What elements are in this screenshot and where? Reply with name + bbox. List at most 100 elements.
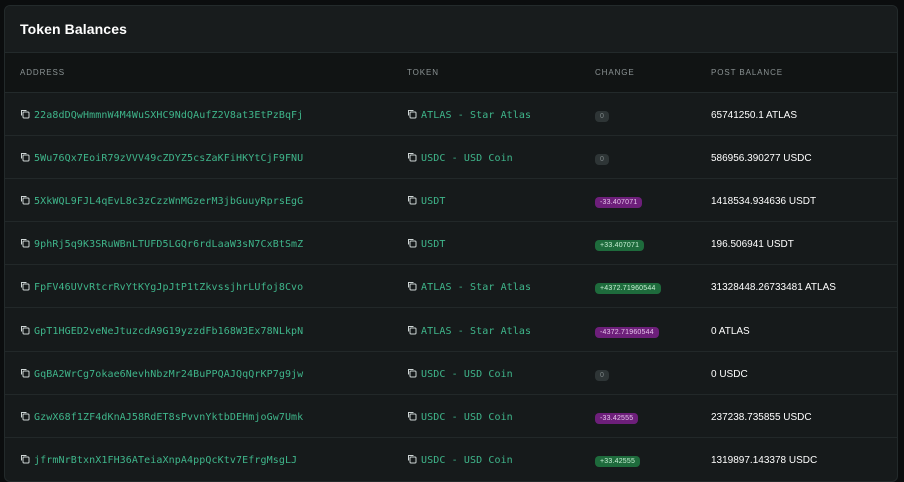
token-link[interactable]: ATLAS - Star Atlas xyxy=(421,282,531,293)
copy-icon[interactable] xyxy=(20,454,30,464)
table-row: FpFV46UVvRtcrRvYtKYgJpJtP1tZkvssjhrLUfoj… xyxy=(5,265,897,308)
copy-icon[interactable] xyxy=(20,281,30,291)
address-link[interactable]: GqBA2WrCg7okae6NevhNbzMr24BuPPQAJQqQrKP7… xyxy=(34,369,303,380)
address-cell: 5Wu76Qx7EoiR79zVVV49cZDYZ5csZaKFiHKYtCjF… xyxy=(5,135,407,178)
token-link[interactable]: USDC - USD Coin xyxy=(421,455,513,466)
copy-icon[interactable] xyxy=(407,368,417,378)
token-cell: USDT xyxy=(407,222,595,265)
token-cell: USDC - USD Coin xyxy=(407,351,595,394)
copy-icon[interactable] xyxy=(407,411,417,421)
table-row: 5XkWQL9FJL4qEvL8c3zCzzWnMGzerM3jbGuuyRpr… xyxy=(5,178,897,222)
copy-icon[interactable] xyxy=(20,152,30,162)
copy-icon[interactable] xyxy=(407,281,417,291)
address-link[interactable]: 5XkWQL9FJL4qEvL8c3zCzzWnMGzerM3jbGuuyRpr… xyxy=(34,196,303,207)
token-cell: ATLAS - Star Atlas xyxy=(407,92,595,135)
change-badge: +4372.71960544 xyxy=(595,283,661,295)
table-row: 9phRj5q9K3SRuWBnLTUFD5LGQr6rdLaaW3sN7CxB… xyxy=(5,222,897,265)
token-link[interactable]: ATLAS - Star Atlas xyxy=(421,110,531,121)
change-cell: -33.42555 xyxy=(595,394,711,437)
token-cell: USDC - USD Coin xyxy=(407,438,595,481)
post-balance-cell: 65741250.1 ATLAS xyxy=(711,92,897,135)
change-cell: +4372.71960544 xyxy=(595,265,711,308)
post-balance-value: 237238.735855 USDC xyxy=(711,411,812,423)
post-balance-cell: 31328448.26733481 ATLAS xyxy=(711,265,897,308)
change-badge: 0 xyxy=(595,153,610,165)
table-row: GzwX68f1ZF4dKnAJ58RdET8sPvvnYktbDEHmjoGw… xyxy=(5,394,897,438)
address-cell: 22a8dDQwHmmnW4M4WuSXHC9NdQAufZ2V8at3EtPz… xyxy=(5,92,407,135)
post-balance-cell: 1319897.143378 USDC xyxy=(711,438,897,481)
change-badge: 0 xyxy=(595,110,610,122)
token-cell: ATLAS - Star Atlas xyxy=(407,308,595,351)
token-cell: USDT xyxy=(407,178,595,221)
copy-icon[interactable] xyxy=(407,195,417,205)
post-balance-value: 65741250.1 ATLAS xyxy=(711,109,797,121)
post-balance-value: 196.506941 USDT xyxy=(711,239,794,251)
token-link[interactable]: USDC - USD Coin xyxy=(421,369,513,380)
change-badge: +33.407071 xyxy=(595,240,645,252)
copy-icon[interactable] xyxy=(20,411,30,421)
card-header: Token Balances xyxy=(5,6,897,53)
token-link[interactable]: USDC - USD Coin xyxy=(421,153,513,164)
copy-icon[interactable] xyxy=(407,238,417,248)
post-balance-cell: 0 ATLAS xyxy=(711,308,897,351)
table-row: 22a8dDQwHmmnW4M4WuSXHC9NdQAufZ2V8at3EtPz… xyxy=(5,92,897,136)
token-link[interactable]: USDT xyxy=(421,239,445,250)
table-row: 5Wu76Qx7EoiR79zVVV49cZDYZ5csZaKFiHKYtCjF… xyxy=(5,135,897,179)
copy-icon[interactable] xyxy=(20,368,30,378)
token-link[interactable]: USDT xyxy=(421,196,445,207)
column-header-post-balance: POST BALANCE xyxy=(711,53,897,93)
header-row: ADDRESS TOKEN CHANGE POST BALANCE xyxy=(5,53,897,93)
token-link[interactable]: USDC - USD Coin xyxy=(421,412,513,423)
post-balance-value: 586956.390277 USDC xyxy=(711,152,812,164)
copy-icon[interactable] xyxy=(20,195,30,205)
address-link[interactable]: 22a8dDQwHmmnW4M4WuSXHC9NdQAufZ2V8at3EtPz… xyxy=(34,110,303,121)
column-header-token: TOKEN xyxy=(407,53,595,93)
post-balance-value: 0 ATLAS xyxy=(711,325,750,337)
post-balance-value: 31328448.26733481 ATLAS xyxy=(711,282,836,294)
change-cell: +33.407071 xyxy=(595,222,711,265)
address-link[interactable]: GpT1HGED2veNeJtuzcdA9G19yzzdFb168W3Ex78N… xyxy=(34,326,303,337)
change-cell: -4372.71960544 xyxy=(595,308,711,351)
table-row: jfrmNrBtxnX1FH36ATeiaXnpA4ppQcKtv7EfrgMs… xyxy=(5,438,897,481)
copy-icon[interactable] xyxy=(20,109,30,119)
post-balance-value: 0 USDC xyxy=(711,368,748,380)
post-balance-value: 1319897.143378 USDC xyxy=(711,455,818,467)
table-body: 22a8dDQwHmmnW4M4WuSXHC9NdQAufZ2V8at3EtPz… xyxy=(5,92,897,481)
address-link[interactable]: 5Wu76Qx7EoiR79zVVV49cZDYZ5csZaKFiHKYtCjF… xyxy=(34,153,303,164)
copy-icon[interactable] xyxy=(20,238,30,248)
change-badge: 0 xyxy=(595,369,610,381)
table-row: GpT1HGED2veNeJtuzcdA9G19yzzdFb168W3Ex78N… xyxy=(5,308,897,352)
token-cell: USDC - USD Coin xyxy=(407,394,595,437)
post-balance-cell: 0 USDC xyxy=(711,351,897,394)
address-link[interactable]: GzwX68f1ZF4dKnAJ58RdET8sPvvnYktbDEHmjoGw… xyxy=(34,412,303,423)
column-header-change: CHANGE xyxy=(595,53,711,93)
column-header-address: ADDRESS xyxy=(5,53,407,93)
post-balance-cell: 196.506941 USDT xyxy=(711,222,897,265)
token-link[interactable]: ATLAS - Star Atlas xyxy=(421,326,531,337)
copy-icon[interactable] xyxy=(407,109,417,119)
copy-icon[interactable] xyxy=(20,325,30,335)
address-link[interactable]: 9phRj5q9K3SRuWBnLTUFD5LGQr6rdLaaW3sN7CxB… xyxy=(34,239,303,250)
change-badge: -33.42555 xyxy=(595,412,639,424)
copy-icon[interactable] xyxy=(407,325,417,335)
address-link[interactable]: jfrmNrBtxnX1FH36ATeiaXnpA4ppQcKtv7EfrgMs… xyxy=(34,455,297,466)
address-cell: GqBA2WrCg7okae6NevhNbzMr24BuPPQAJQqQrKP7… xyxy=(5,351,407,394)
post-balance-cell: 237238.735855 USDC xyxy=(711,394,897,437)
post-balance-value: 1418534.934636 USDT xyxy=(711,195,817,207)
table-header: ADDRESS TOKEN CHANGE POST BALANCE xyxy=(5,53,897,93)
copy-icon[interactable] xyxy=(407,152,417,162)
address-cell: 9phRj5q9K3SRuWBnLTUFD5LGQr6rdLaaW3sN7CxB… xyxy=(5,222,407,265)
change-cell: +33.42555 xyxy=(595,438,711,481)
copy-icon[interactable] xyxy=(407,454,417,464)
change-badge: +33.42555 xyxy=(595,456,641,468)
post-balance-cell: 1418534.934636 USDT xyxy=(711,178,897,221)
change-badge: -4372.71960544 xyxy=(595,326,659,338)
token-cell: USDC - USD Coin xyxy=(407,135,595,178)
change-cell: 0 xyxy=(595,351,711,394)
address-cell: 5XkWQL9FJL4qEvL8c3zCzzWnMGzerM3jbGuuyRpr… xyxy=(5,178,407,221)
address-cell: jfrmNrBtxnX1FH36ATeiaXnpA4ppQcKtv7EfrgMs… xyxy=(5,438,407,481)
address-cell: GpT1HGED2veNeJtuzcdA9G19yzzdFb168W3Ex78N… xyxy=(5,308,407,351)
change-cell: 0 xyxy=(595,92,711,135)
address-link[interactable]: FpFV46UVvRtcrRvYtKYgJpJtP1tZkvssjhrLUfoj… xyxy=(34,282,303,293)
token-balances-card: Token Balances ADDRESS TOKEN CHANGE POST… xyxy=(4,5,898,482)
